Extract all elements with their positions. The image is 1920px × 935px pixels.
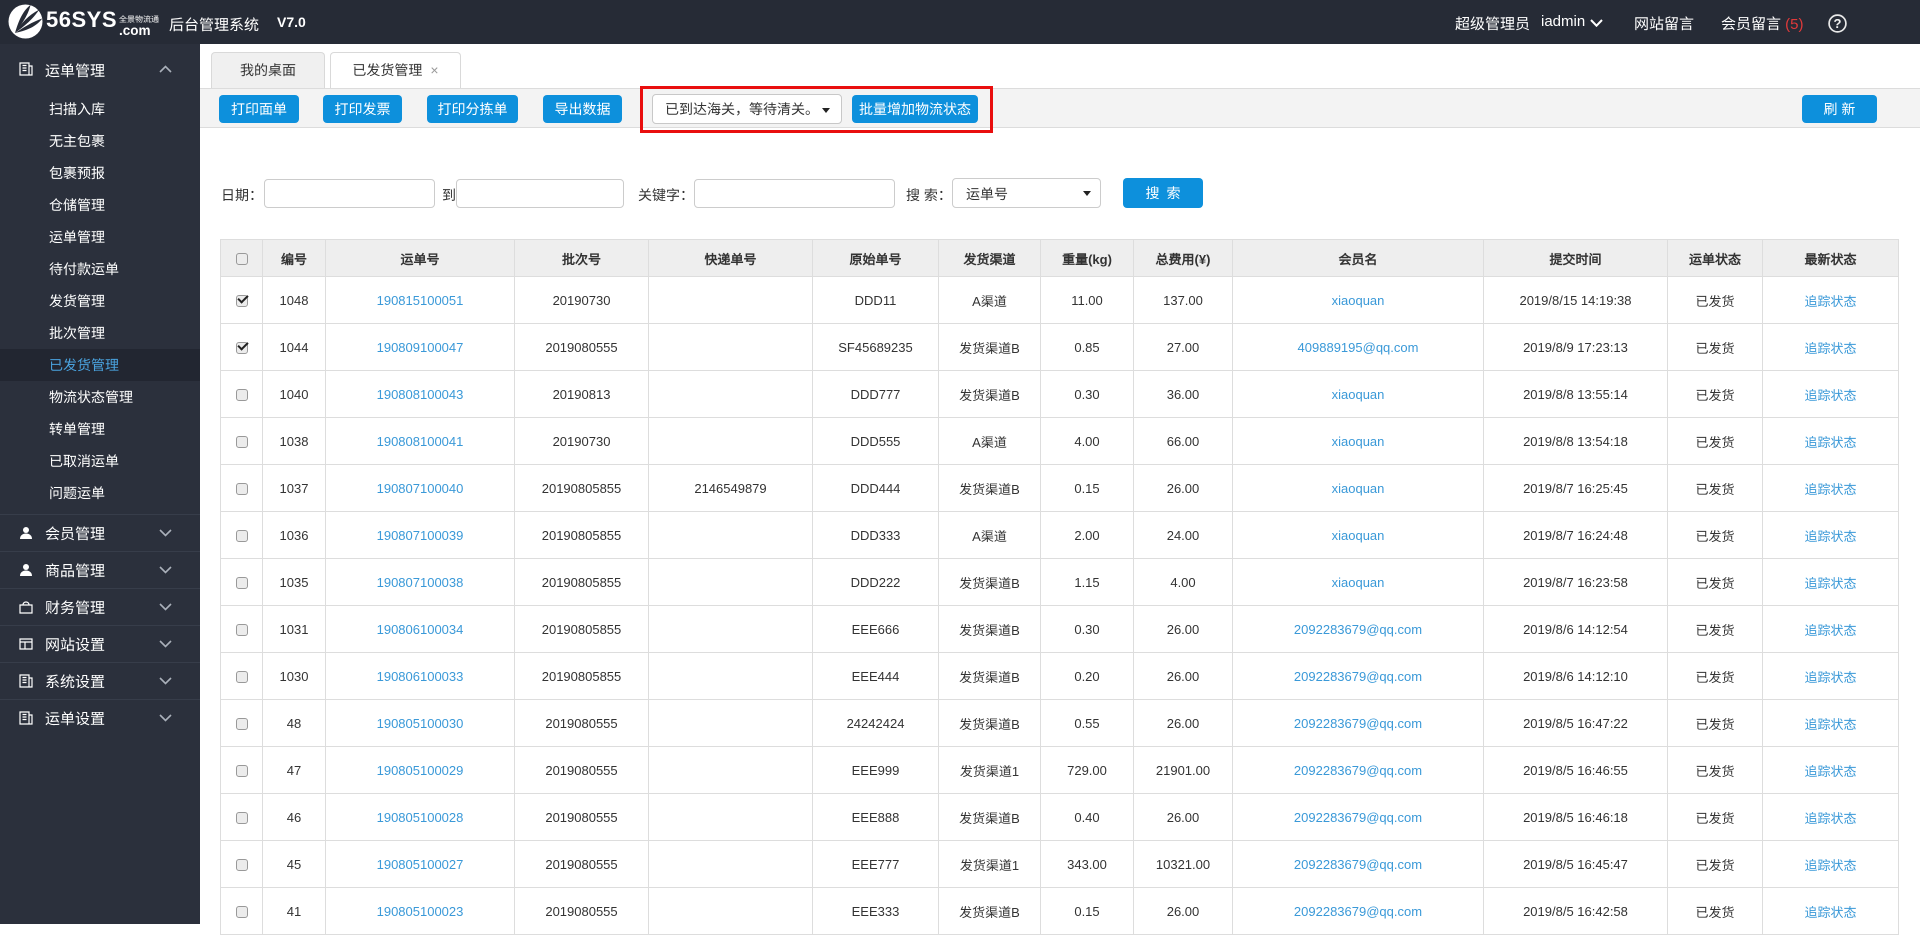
svg-text:?: ? — [1834, 16, 1842, 31]
